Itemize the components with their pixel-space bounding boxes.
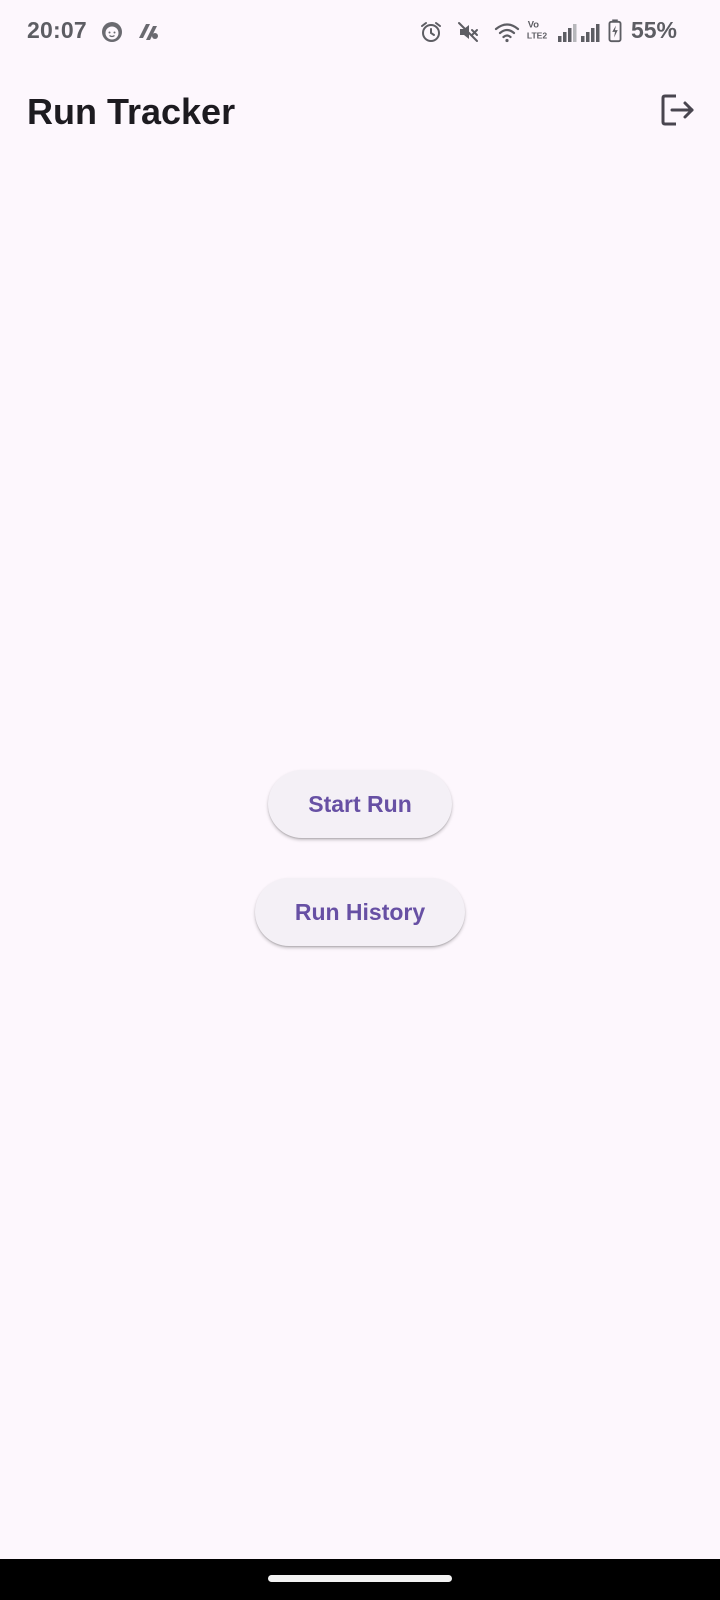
wifi-icon	[494, 23, 520, 43]
signal-icon	[581, 24, 600, 42]
home-gesture-handle[interactable]	[268, 1575, 452, 1582]
app-notification-icon	[139, 24, 158, 40]
navigation-bar	[0, 1559, 720, 1600]
mute-icon	[458, 22, 478, 42]
alarm-icon	[421, 22, 441, 42]
run-history-button[interactable]: Run History	[255, 878, 465, 946]
volte-icon: Vo LTE2	[527, 18, 548, 41]
start-run-button[interactable]: Start Run	[268, 770, 452, 838]
svg-text:LTE2: LTE2	[527, 31, 548, 41]
status-time: 20:07	[27, 17, 87, 43]
logout-button[interactable]	[654, 86, 702, 134]
page-title: Run Tracker	[27, 91, 236, 132]
logout-icon	[661, 94, 694, 126]
face-notification-icon	[102, 22, 122, 42]
svg-text:Vo: Vo	[528, 18, 540, 29]
battery-percent: 55%	[630, 17, 677, 43]
screen: 20:07 Vo LTE2 55% Run Tracker Start Run …	[0, 0, 720, 1600]
status-bar: 20:07 Vo LTE2 55%	[0, 0, 720, 64]
battery-charging-icon	[608, 19, 622, 43]
signal-icon	[558, 24, 577, 42]
app-bar: Run Tracker	[0, 72, 720, 152]
